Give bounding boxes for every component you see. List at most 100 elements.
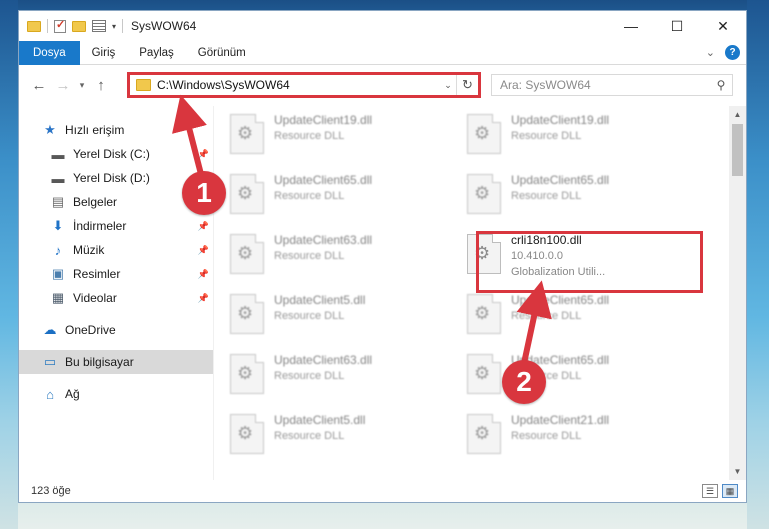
- navigation-pane: ★ Hızlı erişim ▬ Yerel Disk (C:) 📌 ▬ Yer…: [19, 106, 213, 480]
- address-path[interactable]: C:\Windows\SysWOW64: [157, 78, 440, 92]
- sidebar-item-network[interactable]: ⌂ Ağ: [19, 382, 213, 406]
- customize-list-icon[interactable]: [92, 20, 106, 32]
- file-item[interactable]: UpdateClient63.dll Resource DLL: [230, 352, 452, 408]
- pin-icon[interactable]: 📌: [198, 221, 209, 232]
- file-description: Resource DLL: [511, 430, 582, 442]
- dll-file-icon: [230, 234, 264, 274]
- folder-icon: [27, 20, 41, 32]
- file-description: Resource DLL: [274, 370, 345, 382]
- file-item[interactable]: UpdateClient65.dll Resource DLL: [467, 172, 689, 228]
- callout-badge-1: 1: [182, 171, 226, 215]
- target-file-highlight-box: [476, 231, 703, 293]
- sidebar-item-label: Hızlı erişim: [65, 123, 125, 137]
- drive-icon: ▬: [51, 170, 65, 186]
- file-name: UpdateClient63.dll: [274, 233, 373, 247]
- sidebar-item-onedrive[interactable]: ☁ OneDrive: [19, 318, 213, 342]
- star-icon: ★: [44, 122, 56, 137]
- sidebar-item-downloads[interactable]: ⬇ İndirmeler 📌: [19, 214, 213, 238]
- file-description: Resource DLL: [274, 250, 345, 262]
- expand-ribbon-chevron-icon[interactable]: ⌄: [706, 46, 715, 59]
- desktop-wallpaper-left: [0, 0, 18, 529]
- file-name: UpdateClient65.dll: [511, 173, 610, 187]
- file-item[interactable]: UpdateClient65.dllResource DLL: [467, 352, 689, 408]
- forward-arrow-icon[interactable]: →: [51, 77, 75, 94]
- file-name: UpdateClient5.dll: [274, 293, 366, 307]
- file-description: Resource DLL: [511, 310, 582, 322]
- maximize-button[interactable]: ☐: [654, 11, 700, 41]
- close-button[interactable]: ✕: [700, 11, 746, 41]
- onedrive-icon: ☁: [43, 322, 57, 337]
- sidebar-item-videos[interactable]: ▦ Videolar 📌: [19, 286, 213, 310]
- dll-file-icon: [467, 294, 501, 334]
- details-view-icon[interactable]: ☰: [702, 484, 718, 498]
- minimize-button[interactable]: —: [608, 11, 654, 41]
- scroll-up-arrow-icon[interactable]: ▲: [729, 106, 746, 123]
- file-item[interactable]: UpdateClient63.dll Resource DLL: [230, 232, 452, 288]
- sidebar-item-label: Belgeler: [73, 195, 118, 209]
- pin-icon[interactable]: 📌: [198, 293, 209, 304]
- scroll-down-arrow-icon[interactable]: ▼: [729, 463, 746, 480]
- large-icons-view-icon[interactable]: ▦: [722, 484, 738, 498]
- file-name: UpdateClient21.dll: [511, 413, 610, 427]
- dll-file-icon: [230, 174, 264, 214]
- tab-home[interactable]: Giriş: [80, 41, 128, 65]
- address-bar[interactable]: C:\Windows\SysWOW64 ⌄ ↻: [127, 72, 481, 98]
- search-icon[interactable]: ⚲: [710, 78, 732, 92]
- file-item[interactable]: UpdateClient65.dllResource DLL: [230, 172, 452, 228]
- network-icon: ⌂: [46, 386, 54, 402]
- tab-share[interactable]: Paylaş: [127, 41, 186, 65]
- music-icon: ♪: [54, 242, 62, 258]
- file-name: UpdateClient63.dll: [274, 353, 373, 367]
- dll-file-icon: [230, 114, 264, 154]
- file-item[interactable]: UpdateClient5.dll Resource DLL: [230, 292, 452, 348]
- search-input[interactable]: Ara: SysWOW64: [500, 78, 710, 92]
- pin-icon[interactable]: 📌: [198, 149, 209, 160]
- sidebar-item-label: Ağ: [65, 387, 80, 401]
- recent-locations-chevron-icon[interactable]: ▾: [75, 80, 89, 91]
- sidebar-item-this-pc[interactable]: ▭ Bu bilgisayar: [19, 350, 213, 374]
- file-item[interactable]: UpdateClient5.dll Resource DLL: [230, 412, 452, 468]
- view-toggle-group: ☰ ▦: [702, 484, 746, 498]
- toolbar-divider: [47, 19, 48, 33]
- search-box[interactable]: Ara: SysWOW64 ⚲: [491, 74, 733, 96]
- file-description: Resource DLL: [274, 430, 345, 442]
- pin-icon[interactable]: 📌: [198, 269, 209, 280]
- up-arrow-icon[interactable]: ↑: [89, 77, 113, 94]
- dll-file-icon: [467, 354, 501, 394]
- sidebar-item-pictures[interactable]: ▣ Resimler 📌: [19, 262, 213, 286]
- refresh-icon[interactable]: ↻: [456, 75, 478, 95]
- sidebar-item-quick-access[interactable]: ★ Hızlı erişim: [19, 118, 213, 142]
- videos-icon: ▦: [51, 290, 65, 305]
- file-description: Resource DLL: [274, 130, 345, 142]
- status-bar: 123 öğe ☰ ▦: [19, 480, 746, 502]
- vertical-scrollbar[interactable]: ▲ ▼: [729, 106, 746, 480]
- quick-access-toolbar: ▾: [19, 18, 124, 33]
- file-item[interactable]: UpdateClient21.dll Resource DLL: [467, 412, 689, 468]
- sidebar-item-local-disk-c[interactable]: ▬ Yerel Disk (C:) 📌: [19, 142, 213, 166]
- scrollbar-thumb[interactable]: [732, 124, 743, 176]
- tab-view[interactable]: Görünüm: [186, 41, 258, 65]
- dll-file-icon: [230, 414, 264, 454]
- dll-file-icon: [230, 354, 264, 394]
- new-folder-icon[interactable]: [72, 20, 86, 32]
- computer-icon: ▭: [43, 354, 57, 369]
- sidebar-item-label: Yerel Disk (D:): [73, 171, 150, 185]
- file-item[interactable]: UpdateClient19.dll Resource DLL: [230, 112, 452, 168]
- callout-badge-2: 2: [502, 360, 546, 404]
- desktop-wallpaper-right: [747, 0, 769, 529]
- help-icon[interactable]: ?: [725, 45, 740, 60]
- properties-check-icon[interactable]: [54, 18, 66, 33]
- sidebar-item-music[interactable]: ♪ Müzik 📌: [19, 238, 213, 262]
- file-item[interactable]: UpdateClient19.dll Resource DLL: [467, 112, 689, 168]
- tab-file[interactable]: Dosya: [19, 40, 80, 65]
- file-name: UpdateClient19.dll: [511, 113, 610, 127]
- customize-dropdown-icon[interactable]: ▾: [112, 22, 116, 31]
- ribbon-right-controls: ⌄ ?: [706, 45, 740, 60]
- file-name: UpdateClient65.dll: [274, 173, 373, 187]
- back-arrow-icon[interactable]: ←: [27, 77, 51, 94]
- file-item[interactable]: UpdateClient65.dllResource DLL: [467, 292, 689, 348]
- file-description: Resource DLL: [511, 190, 582, 202]
- pin-icon[interactable]: 📌: [198, 245, 209, 256]
- address-dropdown-icon[interactable]: ⌄: [440, 80, 456, 91]
